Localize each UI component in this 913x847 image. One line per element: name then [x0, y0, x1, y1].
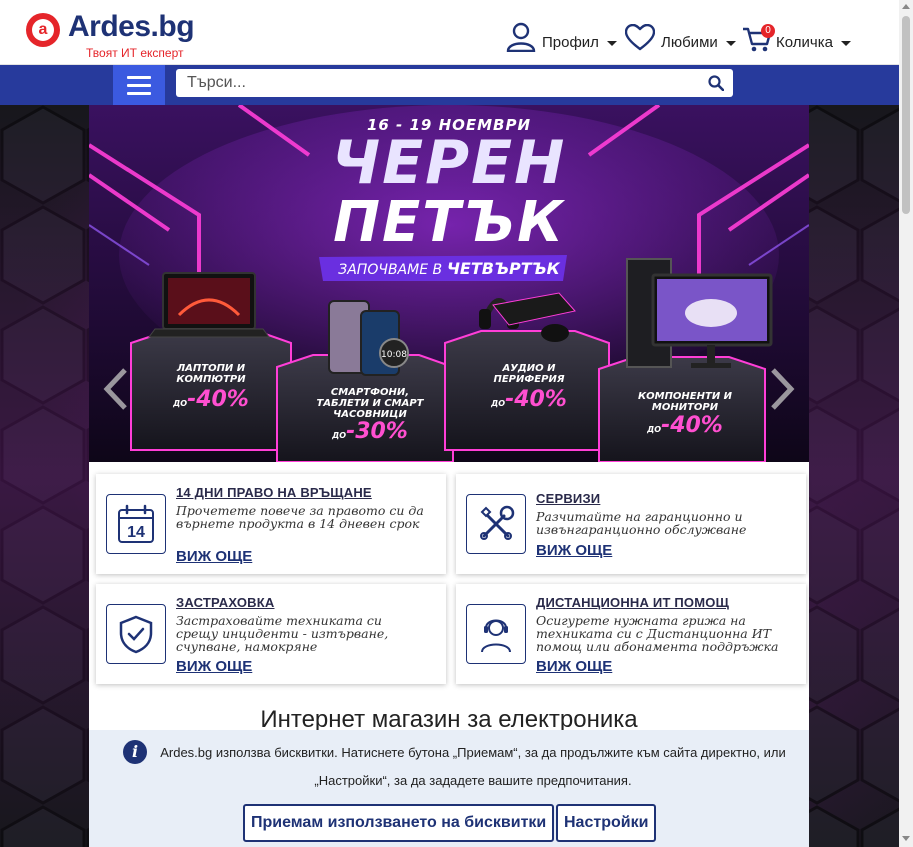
scrollbar-thumb[interactable] [902, 16, 910, 214]
service-text: Разчитайте на гаранционно и извънгаранци… [536, 509, 747, 537]
service-more-link[interactable]: ВИЖ ОЩЕ [176, 548, 252, 565]
favorites-label: Любими [661, 34, 718, 51]
service-card-repairs[interactable]: СЕРВИЗИ Разчитайте на гаранционно и извъ… [456, 474, 806, 574]
profile-menu[interactable]: Профил [506, 16, 617, 52]
hamburger-menu-button[interactable] [113, 65, 165, 105]
chevron-left-icon [103, 368, 127, 410]
scroll-up-arrow[interactable] [902, 4, 910, 9]
accept-cookies-button[interactable]: Приемам използването на бисквитки [243, 804, 555, 842]
service-title: СЕРВИЗИ [536, 491, 601, 506]
search-bar [176, 69, 733, 97]
site-header: a Ardes.bg Твоят ИТ експерт Профил Любим… [0, 0, 899, 65]
chevron-down-icon [840, 41, 851, 46]
user-icon [506, 22, 536, 52]
service-text: Прочетете повече за правото си да върнет… [176, 503, 424, 531]
promo-banner[interactable]: 10:08 16 - 19 НОЕМВРИ ЧЕРЕН ПЕТЪК ЗАПОЧВ… [89, 105, 809, 462]
page-scrollbar[interactable] [899, 0, 913, 847]
support-agent-icon [466, 604, 526, 664]
calendar-icon: 14 [106, 494, 166, 554]
service-title: ДИСТАНЦИОННА ИТ ПОМОЩ [536, 595, 730, 610]
slider-next-button[interactable] [767, 367, 797, 411]
pedestal-phones-label: СМАРТФОНИ, ТАБЛЕТИ И СМАРТ ЧАСОВНИЦИ [316, 387, 424, 420]
info-icon: i [123, 740, 147, 764]
logo-text: Ardes.bg [68, 10, 195, 43]
profile-label: Профил [542, 34, 599, 51]
cookie-banner: i Ardes.bg използва бисквитки. Натиснете… [89, 730, 809, 847]
pedestal-audio-discount: ДО-40% [491, 387, 567, 412]
pedestal-phones-discount: ДО-30% [332, 419, 408, 444]
cart-label: Количка [776, 34, 833, 51]
favorites-menu[interactable]: Любими [625, 16, 736, 52]
pedestal-components-discount: ДО-40% [647, 413, 723, 438]
banner-title-line2: ПЕТЪК [333, 190, 565, 255]
logo-tagline: Твоят ИТ експерт [86, 46, 184, 60]
pedestal-laptops-label: ЛАПТОПИ И КОМПЮТРИ [176, 363, 246, 385]
service-more-link[interactable]: ВИЖ ОЩЕ [176, 658, 252, 675]
service-card-remote-support[interactable]: ДИСТАНЦИОННА ИТ ПОМОЩ Осигурете нужната … [456, 584, 806, 684]
cookie-settings-button[interactable]: Настройки [556, 804, 657, 842]
service-title: ЗАСТРАХОВКА [176, 595, 275, 610]
banner-subtitle-prefix: ЗАПОЧВАМЕ В [338, 262, 443, 278]
logo-mark: a [26, 13, 60, 47]
service-card-insurance[interactable]: ЗАСТРАХОВКА Застраховайте техниката си с… [96, 584, 446, 684]
cookie-message: Ardes.bg използва бисквитки. Натиснете б… [160, 745, 786, 788]
cart-count-badge: 0 [761, 24, 775, 38]
main-nav [0, 65, 899, 105]
pedestal-audio-label: АУДИО И ПЕРИФЕРИЯ [493, 363, 565, 385]
pedestal-laptops-discount: ДО-40% [173, 387, 249, 412]
tools-icon [466, 494, 526, 554]
service-title: 14 ДНИ ПРАВО НА ВРЪЩАНЕ [176, 485, 372, 500]
scroll-down-arrow[interactable] [902, 836, 910, 841]
banner-subtitle-strong: ЧЕТВЪРТЪК [446, 259, 560, 278]
service-text: Застраховайте техниката си срещу инциден… [176, 613, 389, 654]
service-more-link[interactable]: ВИЖ ОЩЕ [536, 658, 612, 675]
chevron-right-icon [771, 368, 795, 410]
chevron-down-icon [606, 41, 617, 46]
search-input[interactable] [176, 70, 699, 96]
site-logo[interactable]: a Ardes.bg Твоят ИТ експерт [26, 10, 195, 60]
service-card-returns[interactable]: 14 14 ДНИ ПРАВО НА ВРЪЩАНЕ Прочетете пов… [96, 474, 446, 574]
pedestal-components-label: КОМПОНЕНТИ И МОНИТОРИ [637, 391, 733, 413]
cart-menu[interactable]: 0 Количка [742, 16, 851, 52]
search-icon[interactable] [699, 69, 733, 97]
service-text: Осигурете нужната грижа на техниката си … [536, 613, 779, 654]
svg-text:10:08: 10:08 [381, 350, 407, 360]
service-more-link[interactable]: ВИЖ ОЩЕ [536, 542, 612, 559]
heart-icon [625, 24, 655, 51]
shield-icon [106, 604, 166, 664]
chevron-down-icon [725, 41, 736, 46]
svg-text:14: 14 [127, 524, 145, 541]
banner-title-line1: ЧЕРЕН [331, 128, 567, 198]
banner-subtitle: ЗАПОЧВАМЕ В ЧЕТВЪРТЪК [89, 257, 809, 282]
slider-prev-button[interactable] [101, 367, 131, 411]
